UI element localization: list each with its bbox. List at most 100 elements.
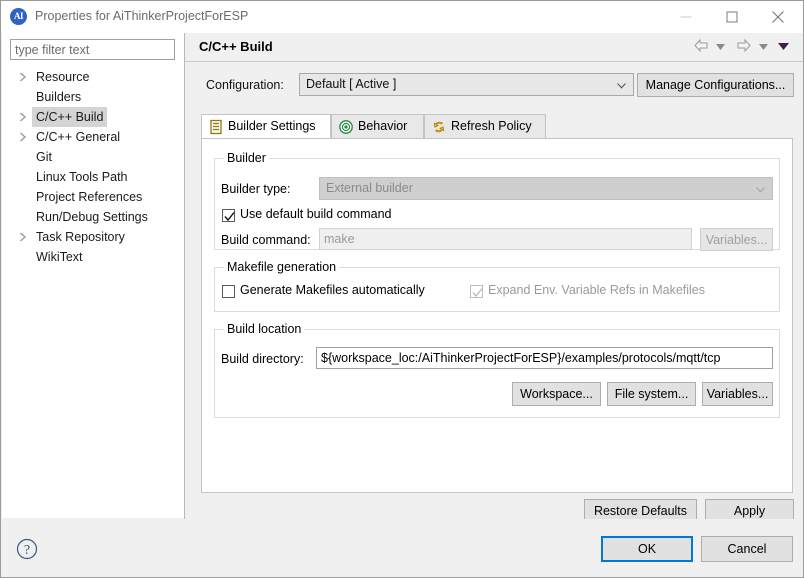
svg-text:?: ?: [24, 543, 30, 558]
use-default-build-command-label: Use default build command: [240, 207, 391, 221]
chevron-down-icon: [716, 44, 725, 50]
sidebar-item-label: Project References: [32, 187, 146, 207]
sidebar-item-wikitext[interactable]: WikiText: [2, 247, 184, 267]
sidebar-item-resource[interactable]: Resource: [2, 67, 184, 87]
content-pane: C/C++ Build: [184, 33, 804, 519]
ok-button[interactable]: OK: [601, 536, 693, 562]
view-menu-button[interactable]: [778, 38, 796, 56]
navigation-controls: [693, 38, 796, 58]
build-command-variables-button: Variables...: [700, 228, 773, 251]
build-command-input: [319, 228, 692, 250]
maximize-button[interactable]: [709, 1, 755, 32]
cancel-button[interactable]: Cancel: [701, 536, 793, 562]
sidebar-item-label: C/C++ General: [32, 127, 124, 147]
forward-arrow-icon: [735, 38, 752, 53]
sidebar-item-c-c-build[interactable]: C/C++ Build: [2, 107, 184, 127]
expand-env-vars-label: Expand Env. Variable Refs in Makefiles: [488, 283, 705, 297]
tab-refresh-policy[interactable]: Refresh Policy: [424, 114, 546, 138]
back-button[interactable]: [693, 38, 713, 56]
sidebar-item-label: C/C++ Build: [32, 107, 107, 127]
tab-builder-settings[interactable]: Builder Settings: [201, 114, 331, 139]
chevron-right-icon[interactable]: [19, 227, 29, 247]
filter-input[interactable]: [10, 39, 175, 60]
builder-group: Builder Builder type: External builder U: [214, 158, 780, 250]
sidebar-item-label: Run/Debug Settings: [32, 207, 152, 227]
forward-dropdown-button[interactable]: [759, 38, 775, 56]
back-dropdown-button[interactable]: [716, 38, 732, 56]
window-title: Properties for AiThinkerProjectForESP: [35, 9, 248, 23]
chevron-right-icon[interactable]: [19, 67, 29, 87]
behavior-target-icon: [338, 119, 354, 135]
checkmark-icon: [472, 287, 483, 298]
app-icon: AI: [10, 8, 27, 25]
configuration-value: Default [ Active ]: [306, 77, 396, 91]
makefile-group-title: Makefile generation: [224, 260, 339, 274]
back-arrow-icon: [693, 38, 710, 53]
forward-button[interactable]: [735, 38, 755, 56]
build-directory-label: Build directory:: [221, 352, 304, 366]
view-menu-icon: [778, 43, 789, 50]
generate-makefiles-label: Generate Makefiles automatically: [240, 283, 425, 297]
settings-tree: ResourceBuildersC/C++ BuildC/C++ General…: [2, 67, 184, 267]
configuration-row: Configuration: Default [ Active ] Manage…: [185, 62, 804, 112]
page-header: C/C++ Build: [185, 33, 804, 62]
close-icon: [772, 11, 784, 23]
build-command-label: Build command:: [221, 233, 311, 247]
sidebar-item-git[interactable]: Git: [2, 147, 184, 167]
variables-button[interactable]: Variables...: [702, 382, 773, 406]
generate-makefiles-checkbox[interactable]: [222, 285, 235, 298]
properties-dialog: AI Properties for AiThinkerProjectForESP…: [0, 0, 804, 578]
page-title: C/C++ Build: [199, 39, 273, 54]
sidebar-item-linux-tools-path[interactable]: Linux Tools Path: [2, 167, 184, 187]
tab-panel-builder-settings: Builder Builder type: External builder U: [201, 138, 793, 493]
build-location-group: Build location Build directory: Workspac…: [214, 329, 780, 418]
expand-env-vars-checkbox: [470, 285, 483, 298]
configuration-label: Configuration:: [206, 78, 284, 92]
builder-settings-icon: [208, 119, 224, 135]
minimize-icon: [681, 11, 692, 22]
tab-behavior[interactable]: Behavior: [331, 114, 424, 138]
chevron-down-icon: [756, 187, 765, 193]
builder-group-title: Builder: [224, 151, 269, 165]
sidebar-item-label: Linux Tools Path: [32, 167, 132, 187]
maximize-icon: [727, 11, 738, 22]
chevron-right-icon[interactable]: [19, 107, 29, 127]
builder-type-label: Builder type:: [221, 182, 290, 196]
tab-label: Refresh Policy: [451, 119, 532, 133]
chevron-down-icon: [617, 83, 626, 89]
sidebar-item-label: Resource: [32, 67, 94, 87]
help-button[interactable]: ?: [15, 537, 39, 561]
tab-bar: Builder Settings Behavior Refresh: [201, 114, 793, 138]
sidebar: ResourceBuildersC/C++ BuildC/C++ General…: [2, 33, 184, 518]
sidebar-item-c-c-general[interactable]: C/C++ General: [2, 127, 184, 147]
close-button[interactable]: [755, 1, 801, 32]
sidebar-item-label: WikiText: [32, 247, 87, 267]
file-system-button[interactable]: File system...: [607, 382, 696, 406]
builder-type-dropdown: External builder: [319, 177, 773, 200]
minimize-button[interactable]: [663, 1, 709, 32]
sidebar-item-builders[interactable]: Builders: [2, 87, 184, 107]
build-directory-input[interactable]: [316, 347, 773, 369]
sidebar-item-task-repository[interactable]: Task Repository: [2, 227, 184, 247]
tab-folder: Builder Settings Behavior Refresh: [201, 114, 793, 493]
sidebar-item-label: Git: [32, 147, 56, 167]
configuration-dropdown[interactable]: Default [ Active ]: [299, 73, 634, 96]
manage-configurations-button[interactable]: Manage Configurations...: [637, 73, 794, 97]
tab-label: Builder Settings: [228, 119, 316, 133]
chevron-right-icon[interactable]: [19, 127, 29, 147]
makefile-generation-group: Makefile generation Generate Makefiles a…: [214, 267, 780, 312]
sidebar-item-label: Task Repository: [32, 227, 129, 247]
build-location-group-title: Build location: [224, 322, 304, 336]
builder-type-value: External builder: [326, 181, 413, 195]
help-question-icon: ?: [15, 537, 39, 561]
tab-label: Behavior: [358, 119, 407, 133]
workspace-button[interactable]: Workspace...: [512, 382, 601, 406]
checkmark-icon: [224, 211, 235, 222]
use-default-build-command-checkbox[interactable]: [222, 209, 235, 222]
sidebar-item-run-debug-settings[interactable]: Run/Debug Settings: [2, 207, 184, 227]
sidebar-item-label: Builders: [32, 87, 85, 107]
chevron-down-icon: [759, 44, 768, 50]
title-bar: AI Properties for AiThinkerProjectForESP: [1, 1, 804, 33]
refresh-policy-icon: [431, 119, 447, 135]
sidebar-item-project-references[interactable]: Project References: [2, 187, 184, 207]
